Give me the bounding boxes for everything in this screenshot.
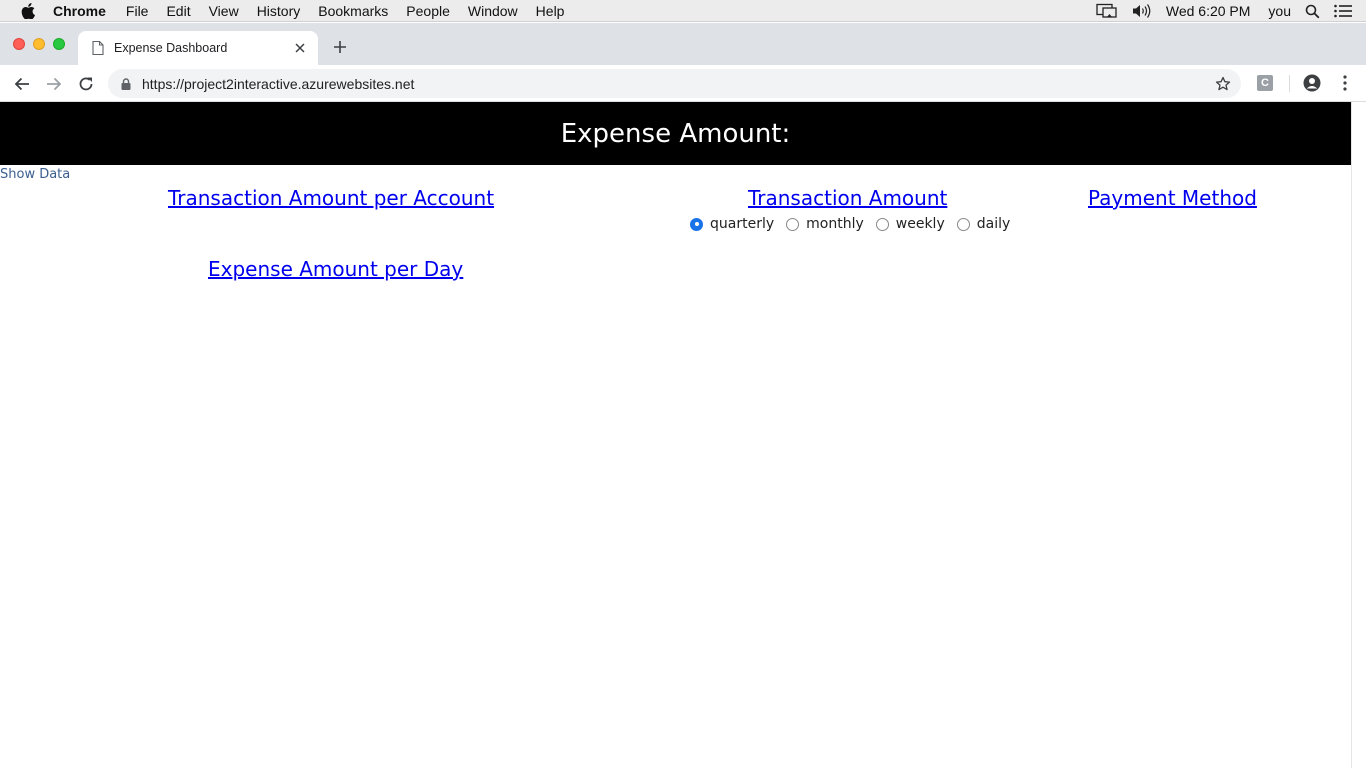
url-text[interactable]: https://project2interactive.azurewebsite… — [142, 76, 1215, 92]
radio-button[interactable] — [956, 217, 970, 231]
window-minimize-button[interactable] — [33, 38, 45, 50]
transaction-amount-link[interactable]: Transaction Amount — [748, 186, 947, 210]
payment-method-link[interactable]: Payment Method — [1088, 186, 1257, 210]
menu-app-chrome[interactable]: Chrome — [53, 3, 106, 19]
back-arrow-icon[interactable] — [11, 73, 33, 95]
page-scrollbar[interactable] — [1351, 102, 1366, 768]
window-close-button[interactable] — [13, 38, 25, 50]
browser-tab-strip: Expense Dashboard — [0, 23, 1366, 65]
radio-label: daily — [976, 216, 1011, 232]
page-banner: Expense Amount: — [0, 102, 1351, 165]
new-tab-button[interactable] — [330, 37, 350, 57]
browser-tab-active[interactable]: Expense Dashboard — [78, 31, 318, 65]
bookmark-star-icon[interactable] — [1215, 76, 1231, 92]
menubar-user[interactable]: you — [1268, 3, 1291, 19]
page-content: Expense Amount: Show Data Transaction Am… — [0, 102, 1351, 768]
radio-weekly[interactable]: weekly — [875, 216, 945, 232]
menu-file[interactable]: File — [126, 3, 149, 19]
browser-toolbar: https://project2interactive.azurewebsite… — [0, 65, 1366, 102]
tab-title: Expense Dashboard — [114, 41, 228, 55]
menu-window[interactable]: Window — [468, 3, 518, 19]
menubar-clock[interactable]: Wed 6:20 PM — [1166, 3, 1251, 19]
profile-avatar-icon[interactable] — [1303, 74, 1321, 92]
radio-daily[interactable]: daily — [956, 216, 1011, 232]
volume-icon[interactable] — [1132, 3, 1152, 19]
reload-icon[interactable] — [75, 73, 97, 95]
radio-monthly[interactable]: monthly — [786, 216, 864, 232]
window-zoom-button[interactable] — [53, 38, 65, 50]
page-title: Expense Amount: — [560, 118, 791, 149]
menu-edit[interactable]: Edit — [166, 3, 190, 19]
apple-icon[interactable] — [21, 2, 35, 19]
menubar-status-area: Wed 6:20 PM you — [1096, 0, 1366, 22]
address-bar[interactable]: https://project2interactive.azurewebsite… — [108, 69, 1241, 98]
forward-arrow-icon[interactable] — [43, 73, 65, 95]
notification-center-icon[interactable] — [1334, 4, 1352, 18]
macos-menu-bar: Chrome File Edit View History Bookmarks … — [0, 0, 1366, 22]
menu-people[interactable]: People — [406, 3, 450, 19]
transaction-per-account-link[interactable]: Transaction Amount per Account — [168, 186, 494, 210]
menu-bookmarks[interactable]: Bookmarks — [318, 3, 388, 19]
menu-help[interactable]: Help — [536, 3, 565, 19]
radio-label: weekly — [895, 216, 945, 232]
lock-icon[interactable] — [121, 77, 131, 90]
toolbar-divider — [1289, 75, 1290, 92]
expense-per-day-link[interactable]: Expense Amount per Day — [208, 257, 463, 281]
show-data-link[interactable]: Show Data — [0, 167, 70, 182]
period-radio-group: quarterly monthly weekly daily — [690, 216, 1022, 232]
page-icon — [92, 41, 104, 55]
radio-button[interactable] — [786, 217, 800, 231]
menu-view[interactable]: View — [209, 3, 239, 19]
spotlight-search-icon[interactable] — [1305, 4, 1320, 19]
radio-label: monthly — [806, 216, 864, 232]
extension-icon[interactable]: C — [1257, 75, 1273, 91]
menu-history[interactable]: History — [257, 3, 301, 19]
radio-button[interactable] — [690, 217, 703, 231]
radio-quarterly[interactable]: quarterly — [690, 216, 774, 232]
tab-close-icon[interactable] — [292, 40, 308, 56]
airplay-display-icon[interactable] — [1096, 3, 1118, 19]
radio-label: quarterly — [710, 216, 775, 232]
radio-button[interactable] — [875, 217, 889, 231]
chrome-menu-icon[interactable] — [1336, 74, 1354, 92]
